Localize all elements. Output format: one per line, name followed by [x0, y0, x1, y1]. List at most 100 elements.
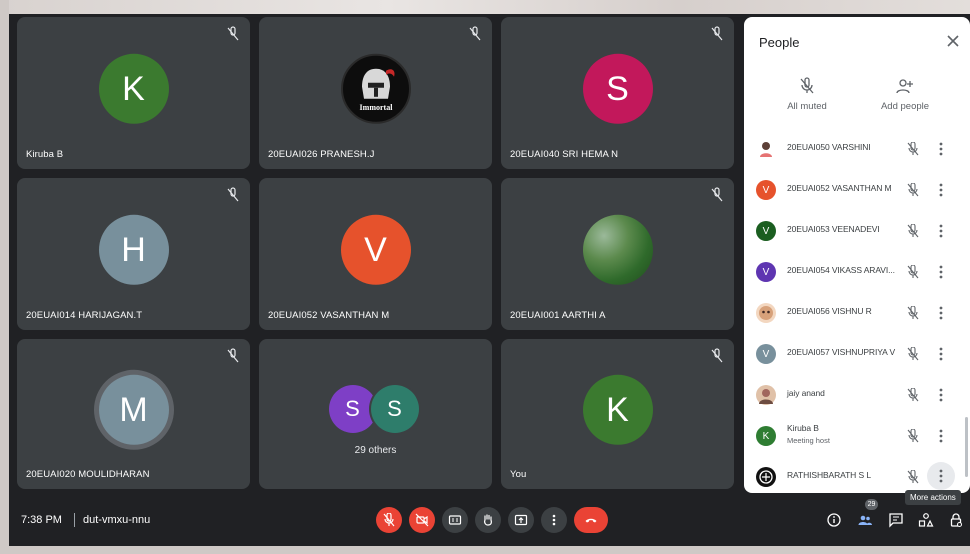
more-vert-icon	[552, 514, 556, 526]
participant-tile[interactable]: V 20EUAI052 VASANTHAN M	[259, 178, 492, 330]
others-tile[interactable]: S S 29 others	[259, 339, 492, 489]
avatar: K	[756, 426, 776, 446]
activities-icon[interactable]	[918, 512, 934, 528]
mic-off-icon	[227, 348, 239, 363]
mic-off-icon[interactable]	[906, 388, 920, 402]
participant-row[interactable]: RATHISHBARATH S L	[744, 457, 970, 493]
more-vert-icon[interactable]	[934, 182, 948, 198]
more-vert-icon[interactable]	[934, 305, 948, 321]
participant-name: 20EUAI053 VEENADEVI	[787, 224, 880, 234]
mic-off-icon[interactable]	[906, 347, 920, 361]
avatar: K	[98, 53, 169, 124]
knight-logo-avatar: Immortal	[340, 53, 411, 124]
mic-off-icon[interactable]	[906, 470, 920, 484]
info-icon[interactable]	[826, 512, 842, 528]
avatar: S	[370, 385, 419, 433]
bottom-toolbar: 7:38 PM dut-vmxu-nnu 29	[9, 496, 970, 546]
mic-off-icon[interactable]	[906, 183, 920, 197]
end-call-icon	[585, 518, 597, 523]
divider	[74, 513, 75, 527]
participant-tile[interactable]: H 20EUAI014 HARIJAGAN.T	[17, 178, 250, 330]
participant-row[interactable]: jaiy anand	[744, 375, 970, 416]
meeting-code: dut-vmxu-nnu	[83, 514, 151, 526]
chat-icon[interactable]	[888, 512, 904, 528]
participant-row[interactable]: V 20EUAI052 VASANTHAN M	[744, 170, 970, 211]
mic-off-icon	[227, 187, 239, 202]
nature-photo-avatar	[582, 214, 653, 285]
mic-off-icon	[711, 348, 723, 363]
leave-call-button[interactable]	[574, 507, 608, 533]
camera-off-icon	[415, 513, 429, 527]
more-actions-tooltip: More actions	[905, 490, 961, 505]
raise-hand-icon	[484, 514, 492, 526]
avatar-logo	[756, 467, 776, 487]
others-avatars: S S	[328, 385, 423, 435]
participant-name: 20EUAI014 HARIJAGAN.T	[26, 310, 143, 321]
participant-name: 20EUAI057 VISHNUPRIYA V	[787, 347, 896, 357]
more-actions-button[interactable]	[927, 462, 955, 490]
present-screen-button[interactable]	[508, 507, 534, 533]
more-vert-icon[interactable]	[934, 223, 948, 239]
self-tile[interactable]: K You	[501, 339, 734, 489]
host-controls-icon[interactable]	[948, 512, 964, 528]
participant-name: 20EUAI054 VIKASS ARAVI...	[787, 265, 895, 275]
participant-name: 20EUAI050 VARSHINI	[787, 142, 871, 152]
panel-title: People	[759, 35, 800, 50]
avatar: V	[340, 214, 411, 285]
participant-name: 20EUAI001 AARTHI A	[510, 310, 606, 321]
avatar: V	[756, 262, 776, 282]
participant-name: Kiruba B	[26, 149, 64, 160]
add-people-label: Add people	[880, 101, 930, 112]
mic-off-icon[interactable]	[906, 265, 920, 279]
people-icon[interactable]	[857, 512, 873, 528]
mic-off-icon[interactable]	[906, 429, 920, 443]
panel-scrollbar[interactable]	[965, 417, 968, 477]
more-vert-icon[interactable]	[934, 387, 948, 403]
participant-tile[interactable]: M 20EUAI020 MOULIDHARAN	[17, 339, 250, 489]
mic-off-icon[interactable]	[906, 306, 920, 320]
more-vert-icon[interactable]	[934, 428, 948, 444]
camera-toggle-button[interactable]	[409, 507, 435, 533]
avatar: M	[98, 374, 169, 445]
participant-name: 20EUAI052 VASANTHAN M	[268, 310, 390, 321]
people-panel: People All muted Add people 20EUAI050 VA…	[744, 17, 970, 493]
avatar-photo	[756, 303, 776, 323]
window-frame-left	[0, 0, 9, 554]
more-options-button[interactable]	[541, 507, 567, 533]
participant-row[interactable]: K Kiruba B Meeting host	[744, 416, 970, 457]
avatar: V	[756, 221, 776, 241]
present-screen-icon	[514, 514, 528, 526]
more-vert-icon[interactable]	[934, 264, 948, 280]
more-vert-icon[interactable]	[934, 346, 948, 362]
add-people-button[interactable]: Add people	[860, 77, 950, 112]
window-frame-bottom	[0, 546, 970, 554]
avatar-photo	[756, 139, 776, 159]
add-person-icon	[896, 79, 913, 94]
participant-row[interactable]: V 20EUAI053 VEENADEVI	[744, 211, 970, 252]
participant-tile[interactable]: 20EUAI001 AARTHI A	[501, 178, 734, 330]
more-vert-icon[interactable]	[934, 141, 948, 157]
others-count-label: 29 others	[354, 445, 397, 456]
participant-row[interactable]: V 20EUAI054 VIKASS ARAVI...	[744, 252, 970, 293]
participant-name: 20EUAI020 MOULIDHARAN	[26, 469, 150, 480]
mic-off-icon[interactable]	[906, 224, 920, 238]
mic-off-icon	[711, 26, 723, 41]
participant-row[interactable]: 20EUAI056 VISHNU R	[744, 293, 970, 334]
mic-off-icon	[800, 77, 814, 94]
more-vert-icon	[939, 469, 943, 483]
knight-helmet-icon: Immortal	[359, 68, 395, 112]
mic-off-icon[interactable]	[906, 142, 920, 156]
all-muted-button[interactable]: All muted	[762, 77, 852, 112]
participant-tile[interactable]: Immortal 20EUAI026 PRANESH.J	[259, 17, 492, 169]
close-icon[interactable]	[943, 31, 963, 51]
participant-row[interactable]: 20EUAI050 VARSHINI	[744, 129, 970, 170]
captions-button[interactable]	[442, 507, 468, 533]
raise-hand-button[interactable]	[475, 507, 501, 533]
participant-tile[interactable]: K Kiruba B	[17, 17, 250, 169]
participant-name: 20EUAI026 PRANESH.J	[268, 149, 375, 160]
captions-icon	[448, 515, 462, 525]
participant-row[interactable]: V 20EUAI057 VISHNUPRIYA V	[744, 334, 970, 375]
participant-tile[interactable]: S 20EUAI040 SRI HEMA N	[501, 17, 734, 169]
mic-toggle-button[interactable]	[376, 507, 402, 533]
video-grid: K Kiruba B Immortal 20EUAI026 PRANESH.J …	[17, 17, 735, 493]
